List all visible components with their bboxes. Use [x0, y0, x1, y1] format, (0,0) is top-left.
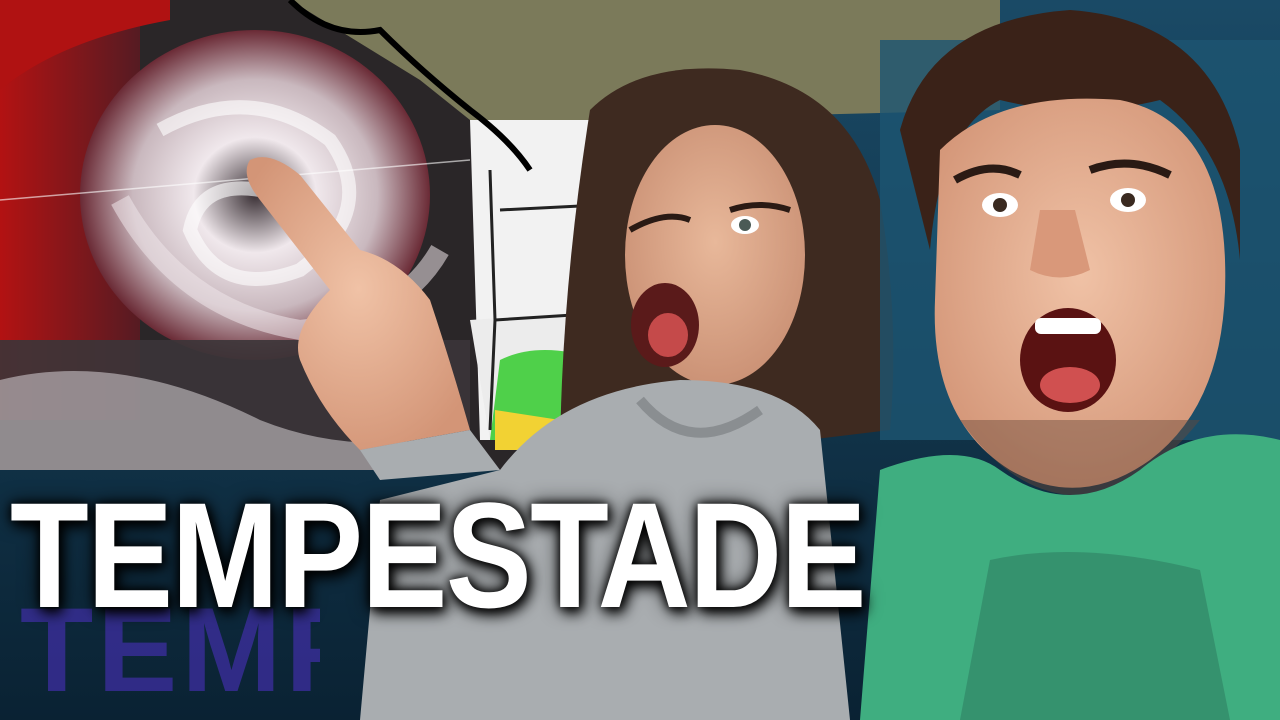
tshirt-graphic [960, 552, 1230, 720]
man-figure [860, 10, 1280, 720]
headline-title: TEMPESTADE [10, 471, 867, 639]
